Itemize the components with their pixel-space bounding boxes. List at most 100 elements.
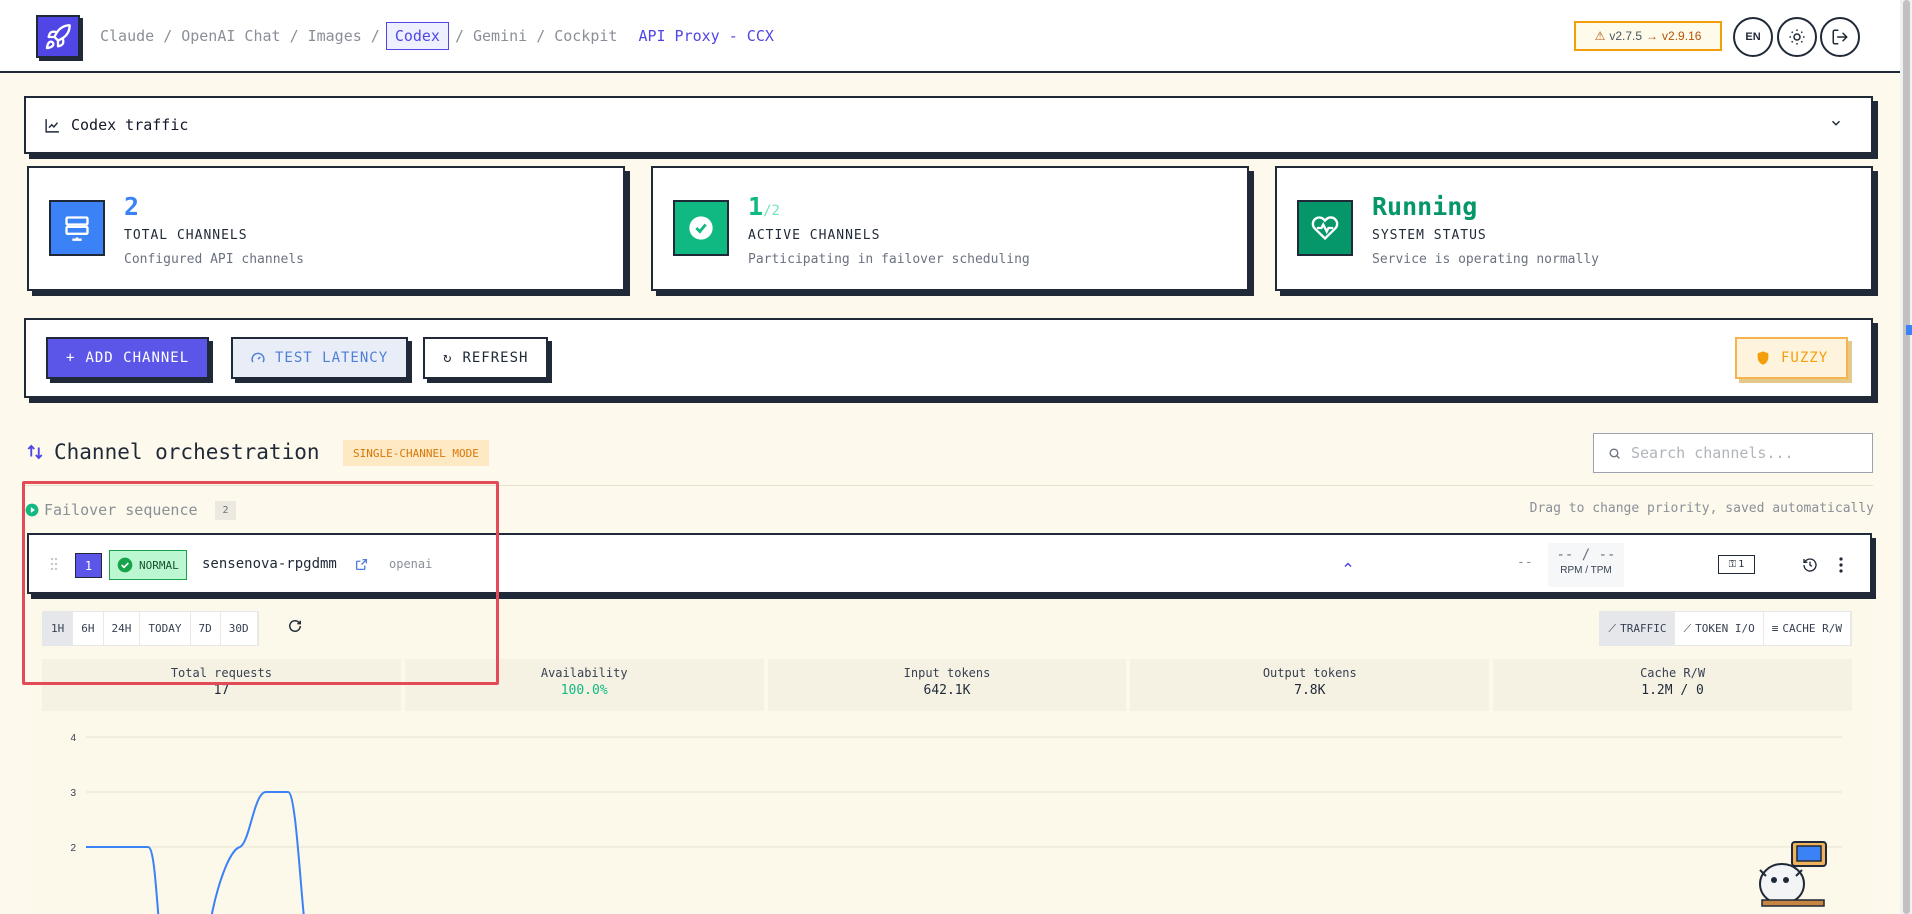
theme-toggle-button[interactable]: [1777, 17, 1817, 57]
check-circle-icon: [117, 557, 133, 573]
chart-line-icon: ⟋: [1683, 621, 1692, 635]
scrollbar-thumb[interactable]: [1903, 0, 1910, 914]
plus-icon: +: [66, 350, 76, 366]
metric-value: 7.8K: [1294, 683, 1326, 698]
drag-handle-icon[interactable]: [50, 556, 58, 572]
channel-search-input[interactable]: Search channels...: [1593, 433, 1873, 473]
main-nav: Claude / OpenAI Chat / Images / Codex / …: [97, 22, 774, 50]
range-today-button[interactable]: TODAY: [140, 612, 191, 645]
key-count-chip[interactable]: ⚿ 1: [1718, 555, 1755, 574]
logout-button[interactable]: [1820, 17, 1860, 57]
range-30d-button[interactable]: 30D: [221, 612, 258, 645]
gauge-icon: [251, 352, 265, 363]
stat-desc: Configured API channels: [124, 252, 305, 267]
test-latency-button[interactable]: TEST LATENCY: [231, 337, 409, 379]
stat-desc: Participating in failover scheduling: [748, 252, 1030, 267]
metric-card: Cache R/W 1.2M / 0: [1493, 659, 1852, 711]
metric-card: Total requests 17: [42, 659, 401, 711]
traffic-panel-label: Codex traffic: [71, 116, 189, 134]
metric-card: Availability 100.0%: [404, 659, 764, 711]
chart-line-icon: ⟋: [1608, 621, 1617, 635]
version-update-badge[interactable]: ⚠ v2.7.5 → v2.9.16: [1574, 21, 1722, 51]
metric-value: 1.2M / 0: [1641, 683, 1704, 698]
add-channel-button[interactable]: + ADD CHANNEL: [46, 337, 210, 379]
version-latest: v2.9.16: [1662, 29, 1702, 43]
section-divider: [24, 485, 1873, 486]
stat-system-status: Running SYSTEM STATUS Service is operati…: [1275, 166, 1873, 291]
view-traffic-button[interactable]: ⟋ TRAFFIC: [1600, 612, 1676, 645]
channel-row[interactable]: 1 NORMAL sensenova-rpgdmm openai -- -- /…: [27, 533, 1872, 594]
traffic-panel-toggle[interactable]: Codex traffic: [24, 96, 1873, 154]
rpm-tpm-box: -- / -- RPM / TPM: [1548, 543, 1624, 587]
refresh-button[interactable]: ↻ REFRESH: [423, 337, 549, 379]
channel-name: sensenova-rpgdmm: [202, 556, 337, 572]
metric-name: Availability: [540, 666, 628, 680]
nav-gemini[interactable]: Gemini: [470, 23, 530, 49]
logout-icon: [1832, 29, 1848, 45]
refresh-icon[interactable]: [288, 619, 302, 633]
app-title: API Proxy - CCX: [638, 27, 774, 45]
range-6h-button[interactable]: 6H: [73, 612, 104, 645]
range-24h-button[interactable]: 24H: [104, 612, 141, 645]
chart-icon: [45, 118, 59, 133]
scrollbar-marker: [1906, 325, 1912, 335]
mascot-icon[interactable]: [1752, 836, 1832, 912]
view-token-i-o-button[interactable]: ⟋ TOKEN I/O: [1675, 612, 1764, 645]
rpm-tpm-label: RPM / TPM: [1560, 565, 1612, 576]
rocket-icon: [45, 23, 71, 49]
action-bar: + ADD CHANNEL TEST LATENCY ↻ REFRESH FUZ…: [24, 318, 1873, 398]
range-7d-button[interactable]: 7D: [191, 612, 221, 645]
history-icon[interactable]: [1802, 557, 1818, 573]
more-vertical-icon[interactable]: [1839, 557, 1843, 573]
stat-name: SYSTEM STATUS: [1372, 228, 1487, 243]
chevron-up-icon[interactable]: [1342, 559, 1354, 571]
metric-value: 17: [213, 683, 230, 698]
stat-name: TOTAL CHANNELS: [124, 228, 248, 243]
metric-value: 642.1K: [923, 683, 971, 698]
channel-type: openai: [389, 557, 433, 571]
shield-icon: [1757, 351, 1769, 365]
y-tick-label: 4: [70, 733, 76, 744]
mode-badge: SINGLE-CHANNEL MODE: [343, 440, 489, 466]
nav-images[interactable]: Images: [305, 23, 365, 49]
server-icon: [49, 200, 105, 256]
y-tick-label: 2: [70, 843, 76, 854]
search-icon: [1609, 447, 1620, 459]
nav-openai-chat[interactable]: OpenAI Chat: [178, 23, 283, 49]
metric-name: Total requests: [170, 666, 272, 680]
warning-icon: ⚠: [1594, 29, 1606, 43]
orchestration-title: Channel orchestration: [54, 440, 320, 464]
view-cache-r-w-button[interactable]: ≡ CACHE R/W: [1764, 612, 1851, 645]
app-logo[interactable]: [36, 15, 80, 58]
range-1h-button[interactable]: 1H: [43, 612, 74, 645]
stat-active-channels: 1/2 ACTIVE CHANNELS Participating in fai…: [651, 166, 1249, 291]
channel-latency: --: [1517, 555, 1533, 570]
stat-value: 1/2: [748, 192, 780, 221]
series-line: [86, 791, 305, 914]
metric-name: Output tokens: [1262, 666, 1357, 680]
stat-name: ACTIVE CHANNELS: [748, 228, 881, 243]
metric-card: Input tokens 642.1K: [767, 659, 1127, 711]
chart-view-selector: ⟋ TRAFFIC ⟋ TOKEN I/O ≡ CACHE R/W: [1599, 611, 1852, 646]
y-tick-label: 3: [70, 788, 76, 799]
chevron-down-icon: [1831, 120, 1841, 126]
failover-label: Failover sequence: [44, 501, 198, 519]
page-scrollbar[interactable]: [1900, 0, 1912, 914]
sun-icon: [1789, 29, 1805, 45]
play-circle-icon: [25, 503, 39, 517]
language-button[interactable]: EN: [1733, 17, 1773, 57]
key-icon: ⚿: [1728, 559, 1737, 570]
check-circle-icon: [673, 200, 729, 256]
heart-pulse-icon: [1297, 200, 1353, 256]
nav-claude[interactable]: Claude: [97, 23, 157, 49]
nav-codex[interactable]: Codex: [385, 22, 449, 50]
top-header: Claude / OpenAI Chat / Images / Codex / …: [0, 0, 1900, 73]
stat-value: Running: [1372, 192, 1478, 221]
status-badge: NORMAL: [109, 550, 187, 580]
metric-name: Input tokens: [903, 666, 991, 680]
metric-card: Output tokens 7.8K: [1130, 659, 1490, 711]
fuzzy-toggle-button[interactable]: FUZZY: [1735, 337, 1849, 379]
nav-cockpit[interactable]: Cockpit: [551, 23, 620, 49]
language-label: EN: [1745, 31, 1761, 43]
external-link-icon[interactable]: [355, 558, 368, 571]
